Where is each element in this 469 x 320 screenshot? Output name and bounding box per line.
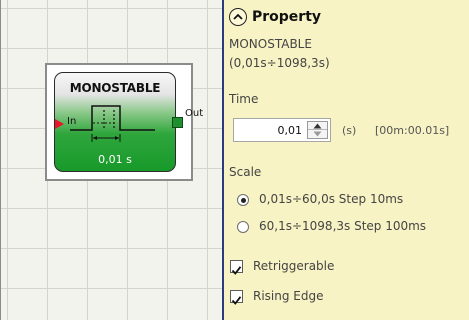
output-port-label: Out [185,108,204,119]
property-title: Property [252,9,322,25]
scale-option-1-radio[interactable] [237,194,249,206]
scale-option-2-label[interactable]: 60,1s÷1098,3s Step 100ms [259,219,426,233]
rising-edge-checkbox[interactable] [230,290,243,305]
input-port-label: In [67,116,77,127]
time-input-value: 0,01 [277,124,303,137]
time-display-label: [00m:00.01s] [375,124,450,137]
scale-option-1-label[interactable]: 0,01s÷60,0s Step 10ms [259,192,403,206]
scale-option-2-radio[interactable] [237,221,249,233]
module-title: MONOSTABLE [69,81,161,95]
time-unit-label: (s) [342,124,357,137]
pulse-waveform-icon [70,105,155,142]
checkmark-icon [231,296,242,305]
rising-edge-label[interactable]: Rising Edge [253,289,324,303]
spin-up-icon[interactable] [308,122,327,130]
checkmark-icon [231,266,242,275]
collapse-icon[interactable] [229,8,247,26]
time-input[interactable]: 0,01 [233,118,331,142]
time-label: Time [229,92,259,106]
module-name-label: MONOSTABLE [229,37,312,51]
property-header[interactable]: Property [229,6,321,28]
range-label: (0,01s÷1098,3s) [229,56,330,70]
time-spinner[interactable] [307,121,328,139]
input-port-icon[interactable] [55,119,64,129]
scale-label: Scale [229,165,262,179]
radio-selected-dot [240,197,246,203]
module-time-value: 0,01 s [98,153,132,166]
retriggerable-label[interactable]: Retriggerable [253,259,334,273]
output-port-icon[interactable] [172,117,183,128]
spin-down-icon[interactable] [308,130,327,138]
retriggerable-checkbox[interactable] [230,260,243,275]
